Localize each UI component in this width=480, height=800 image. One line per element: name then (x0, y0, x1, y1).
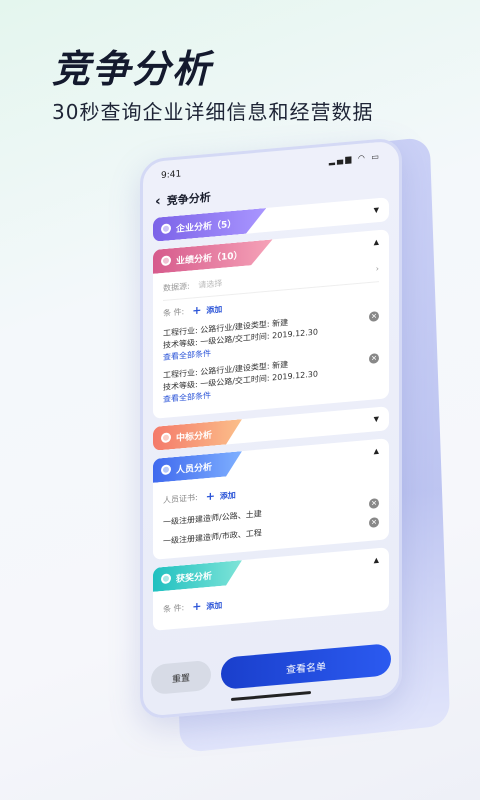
add-label: 添加 (206, 600, 223, 612)
section-label: 企业分析（5） (176, 219, 237, 235)
radio-icon[interactable] (161, 255, 171, 266)
caret-down-icon[interactable]: ▼ (374, 206, 379, 214)
add-label: 添加 (219, 490, 236, 502)
remove-icon[interactable]: ✕ (369, 353, 379, 364)
radio-icon[interactable] (161, 432, 171, 443)
view-list-button[interactable]: 查看名单 (221, 643, 391, 690)
chevron-right-icon: › (375, 264, 379, 274)
add-condition-button[interactable]: + 添加 (192, 598, 222, 614)
section-label: 业绩分析（10） (176, 250, 243, 267)
plus-icon: + (205, 489, 215, 504)
remove-icon[interactable]: ✕ (369, 498, 379, 509)
section-label: 中标分析 (176, 430, 213, 444)
section-label: 人员分析 (176, 462, 213, 476)
hero-title: 竞争分析 (52, 47, 213, 91)
data-source-placeholder: 请选择 (198, 278, 223, 290)
hero-subtitle: 30秒查询企业详细信息和经营数据 (52, 100, 374, 124)
cert-label: 人员证书: (163, 492, 198, 505)
tab-bid[interactable]: 中标分析 (153, 419, 242, 451)
status-time: 9:41 (161, 169, 182, 182)
section-performance: 业绩分析（10） ▲ 数据源: 请选择 › 条 件: + 添加 工程行业: 公路… (153, 229, 389, 419)
radio-icon[interactable] (161, 223, 171, 234)
caret-up-icon[interactable]: ▲ (374, 447, 379, 455)
reset-button[interactable]: 重置 (151, 659, 211, 696)
caret-up-icon[interactable]: ▲ (374, 238, 379, 246)
condition-label: 条 件: (163, 307, 185, 318)
section-personnel: 人员分析 ▲ 人员证书: + 添加 一级注册建造师/公路、土建 ✕ 一级注册建造… (153, 438, 389, 560)
page-title: 竞争分析 (166, 190, 211, 208)
caret-up-icon[interactable]: ▲ (374, 556, 379, 564)
footer-actions: 重置 查看名单 (143, 642, 399, 696)
phone-mockup: 9:41 ▂▄▆ ◠ ▭ ‹ 竞争分析 企业分析（5） ▼ 业绩分析（10） ▲… (140, 137, 402, 720)
radio-icon[interactable] (161, 573, 171, 584)
condition-label: 条 件: (163, 603, 185, 614)
plus-icon: + (192, 599, 202, 614)
home-indicator (231, 691, 311, 702)
plus-icon: + (192, 303, 202, 318)
radio-icon[interactable] (161, 464, 171, 475)
back-arrow-icon[interactable]: ‹ (155, 193, 161, 210)
caret-down-icon[interactable]: ▼ (374, 415, 379, 423)
remove-icon[interactable]: ✕ (369, 311, 379, 322)
add-cert-button[interactable]: + 添加 (205, 488, 236, 504)
cert-text: 一级注册建造师/市政、工程 (163, 528, 262, 546)
add-label: 添加 (206, 304, 223, 316)
signal-wifi-battery-icon: ▂▄▆ ◠ ▭ (328, 151, 381, 166)
section-awards: 获奖分析 ▲ 条 件: + 添加 (153, 547, 389, 631)
remove-icon[interactable]: ✕ (369, 517, 379, 528)
tab-enterprise[interactable]: 企业分析（5） (153, 208, 266, 242)
add-condition-button[interactable]: + 添加 (192, 302, 222, 318)
section-label: 获奖分析 (176, 571, 213, 585)
data-source-label: 数据源: (163, 281, 190, 293)
